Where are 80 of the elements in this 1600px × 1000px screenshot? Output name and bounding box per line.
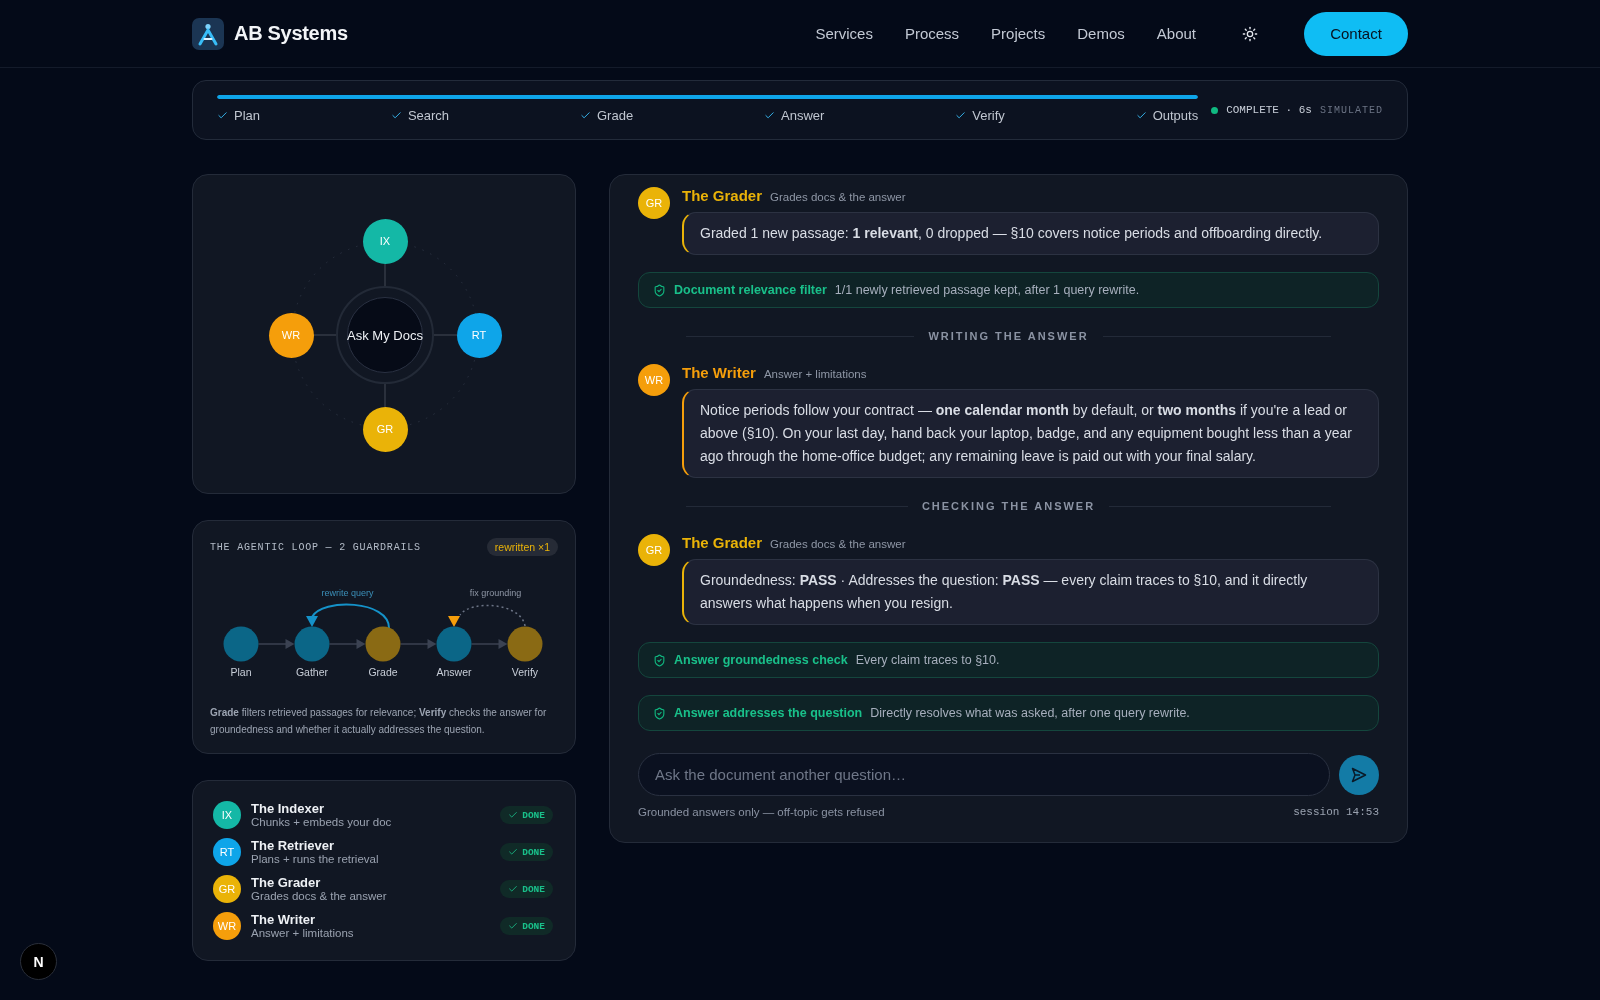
nav-link[interactable]: Process	[904, 25, 960, 42]
flow-arrow	[328, 639, 366, 649]
step-label: Answer	[436, 666, 472, 678]
step-label: Plan	[230, 666, 252, 678]
agent-role: Answer + limitations	[763, 368, 867, 380]
step-label: Verify	[511, 666, 539, 678]
agent-avatar: GR	[638, 534, 670, 566]
agent-avatar: RT	[213, 838, 241, 866]
nav-link[interactable]: Services	[815, 25, 873, 42]
section-label: WRITING THE ANSWER	[928, 330, 1089, 342]
agent-name: The Indexer	[251, 801, 325, 816]
loop-title: THE AGENTIC LOOP — 2 GUARDRAILS	[210, 541, 421, 553]
agent-description: Chunks + embeds your doc	[251, 816, 392, 829]
status-mode: SIMULATED	[1320, 104, 1383, 116]
rewrite-count-badge: rewritten ×1	[486, 538, 558, 556]
agent-avatar: GR	[638, 187, 670, 219]
agent-description: Plans + runs the retrieval	[251, 853, 379, 866]
step-label: Outputs	[1152, 108, 1199, 123]
step-label: Verify	[972, 108, 1005, 123]
agent-description: Grades docs & the answer	[251, 890, 387, 903]
step-label: Grade	[597, 108, 634, 123]
send-icon	[1351, 766, 1367, 783]
status-label: DONE	[522, 809, 545, 821]
agent-avatar: GR	[213, 875, 241, 903]
agent-description: Answer + limitations	[251, 927, 354, 940]
status-label: DONE	[522, 883, 545, 895]
shield-check-icon	[653, 653, 666, 667]
step-label: Plan	[234, 108, 261, 123]
flow-arrow	[399, 639, 437, 649]
agent-name: The Grader	[682, 187, 763, 204]
status-label: DONE	[522, 846, 545, 858]
section-label: CHECKING THE ANSWER	[921, 500, 1096, 512]
message-bubble: Groundedness: PASS · Addresses the question: PASS — every claim traces to §10, and it directly answers what happens when you resign.	[682, 559, 1379, 625]
contact-button[interactable]: Contact	[1304, 11, 1408, 56]
status-text: COMPLETE · 6s	[1226, 104, 1312, 116]
flow-arrow	[470, 639, 508, 649]
edge-label: rewrite query	[321, 588, 374, 598]
agent-name: The Writer	[682, 364, 756, 381]
guardrail-text: 1/1 newly retrieved passage kept, after 1 query rewrite.	[834, 283, 1140, 297]
brand-name: AB Systems	[234, 22, 348, 45]
agent-name: The Grader	[682, 534, 763, 551]
agent-name: The Retriever	[251, 838, 336, 853]
nav-link[interactable]: Projects	[991, 25, 1046, 42]
session-time: session 14:53	[1293, 806, 1379, 818]
guardrail-text: Directly resolves what was asked, after one query rewrite.	[870, 706, 1190, 720]
shield-check-icon	[653, 706, 666, 720]
nav-link[interactable]: About	[1156, 25, 1196, 42]
logo-icon	[192, 17, 224, 50]
agent-role: Grades docs & the answer	[770, 191, 906, 203]
agent-role: Grades docs & the answer	[770, 538, 906, 550]
check-icon	[508, 884, 519, 894]
agent-name: The Grader	[251, 875, 322, 890]
flow-arrow	[257, 639, 295, 649]
guardrail-title: Answer addresses the question	[674, 706, 863, 720]
step-label: Grade	[368, 666, 398, 678]
guardrail-title: Answer groundedness check	[674, 653, 848, 667]
guardrail-text: Every claim traces to §10.	[855, 653, 1000, 667]
sun-icon	[1242, 25, 1258, 42]
step-label: Answer	[781, 108, 825, 123]
input-hint: Grounded answers only — off-topic gets refused	[638, 806, 885, 818]
step-label: Gather	[295, 666, 329, 678]
check-icon	[508, 810, 519, 820]
agent-avatar: WR	[638, 364, 670, 396]
agent-name: The Writer	[251, 912, 317, 927]
message-bubble: Graded 1 new passage: 1 relevant, 0 dropped — §10 covers notice periods and offboarding directly.	[682, 212, 1379, 255]
question-input[interactable]: Ask the document another question…	[638, 753, 1330, 796]
shield-check-icon	[653, 283, 666, 297]
check-icon	[508, 847, 519, 857]
agent-avatar: WR	[213, 912, 241, 940]
check-icon	[508, 921, 519, 931]
send-button[interactable]	[1339, 754, 1379, 795]
status-label: DONE	[522, 920, 545, 932]
edge-label: fix grounding	[469, 588, 522, 598]
nav-link[interactable]: Demos	[1077, 25, 1125, 42]
loop-description: Grade filters retrieved passages for relevance; Verify checks the answer for groundedness and whether it actually addresses the question.	[210, 706, 548, 737]
guardrail-title: Document relevance filter	[674, 283, 827, 297]
message-bubble: Notice periods follow your contract — one calendar month by default, or two months if you're a lead or above (§10). On your last day, hand back your laptop, badge, and any equipment bought less than a year ago through the home-office budget; any remaining leave is paid out with your final salary.	[682, 389, 1379, 478]
agent-avatar: IX	[213, 801, 241, 829]
step-label: Search	[407, 108, 450, 123]
dev-indicator-button[interactable]: N	[20, 943, 57, 980]
